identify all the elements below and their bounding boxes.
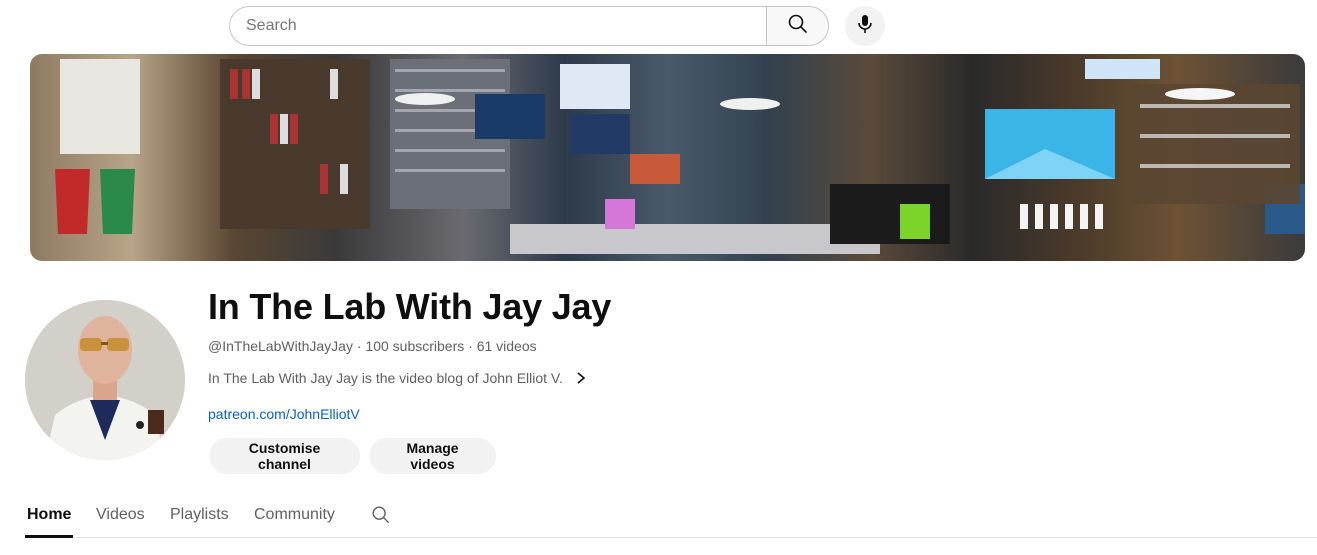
tab-home[interactable]: Home <box>27 506 71 524</box>
channel-description[interactable]: In The Lab With Jay Jay is the video blo… <box>208 370 589 386</box>
search-bar <box>229 6 829 46</box>
microphone-icon <box>853 12 877 41</box>
video-count: 61 videos <box>476 338 537 354</box>
search-input[interactable] <box>229 6 766 46</box>
search-button[interactable] <box>766 6 829 46</box>
channel-tabs: Home Videos Playlists Community <box>25 492 1317 538</box>
voice-search-button[interactable] <box>845 6 885 46</box>
channel-link[interactable]: patreon.com/JohnElliotV <box>208 406 360 422</box>
channel-avatar <box>25 300 185 460</box>
meta-separator: · <box>464 338 477 354</box>
search-icon <box>370 506 392 530</box>
channel-title: In The Lab With Jay Jay <box>208 286 612 327</box>
manage-videos-button[interactable]: Manage videos <box>369 438 496 474</box>
subscriber-count: 100 subscribers <box>365 338 465 354</box>
customise-channel-button[interactable]: Customise channel <box>209 438 360 474</box>
channel-banner <box>30 54 1305 261</box>
tab-videos[interactable]: Videos <box>96 506 145 524</box>
search-icon <box>786 12 810 41</box>
channel-meta: @InTheLabWithJayJay · 100 subscribers · … <box>208 338 537 354</box>
channel-description-text: In The Lab With Jay Jay is the video blo… <box>208 370 563 386</box>
channel-search-button[interactable] <box>370 504 392 531</box>
tab-community[interactable]: Community <box>254 506 335 524</box>
active-tab-indicator <box>25 535 73 538</box>
tab-playlists[interactable]: Playlists <box>170 506 229 524</box>
meta-separator: · <box>352 338 366 354</box>
chevron-right-icon <box>573 370 589 386</box>
channel-handle: @InTheLabWithJayJay <box>208 338 353 354</box>
